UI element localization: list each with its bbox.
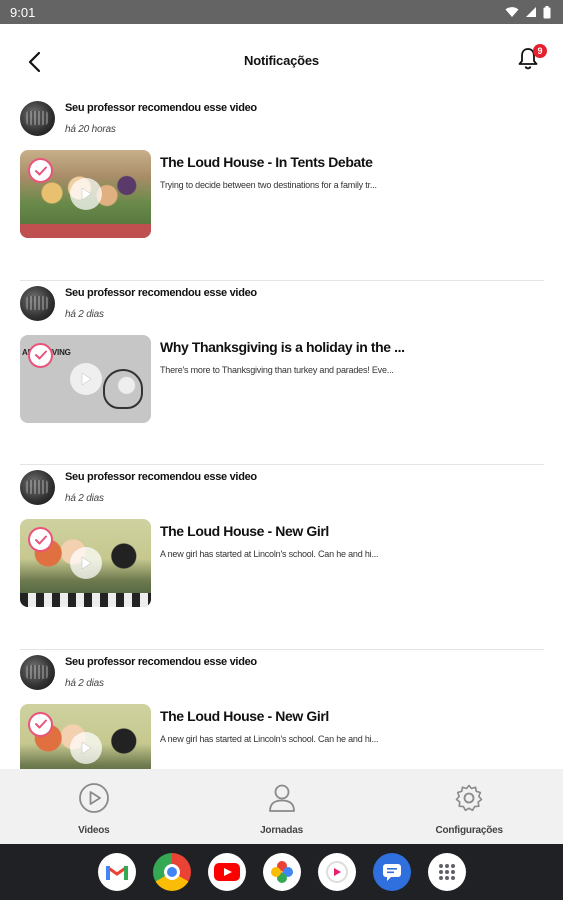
notification-count-badge: 9 <box>533 44 547 58</box>
notification-message: Seu professor recomendou esse video <box>65 102 257 114</box>
video-description: Trying to decide between two destination… <box>160 180 377 190</box>
chevron-left-icon <box>28 51 41 73</box>
system-dock <box>0 844 563 900</box>
app-drawer-icon[interactable] <box>427 853 466 891</box>
video-thumbnail[interactable]: ANKSGIVING <box>20 334 151 423</box>
turkey-drawing <box>103 368 143 409</box>
status-bar: 9:01 <box>0 0 563 24</box>
video-thumbnail[interactable] <box>20 150 151 238</box>
page-title: Notificações <box>244 52 319 68</box>
chrome-icon[interactable] <box>152 853 191 891</box>
recommended-check-icon <box>28 527 53 552</box>
play-icon[interactable] <box>69 731 102 764</box>
teacher-avatar <box>20 285 55 321</box>
video-thumbnail[interactable] <box>20 519 151 607</box>
notification-message: Seu professor recomendou esse video <box>65 286 257 299</box>
status-icons <box>505 5 551 19</box>
messages-icon[interactable] <box>372 853 411 891</box>
video-title[interactable]: The Loud House - New Girl <box>160 708 329 724</box>
app-header: Notificações 9 <box>0 24 563 96</box>
photos-icon[interactable] <box>262 853 301 891</box>
video-title[interactable]: Why Thanksgiving is a holiday in the ... <box>160 339 405 355</box>
notification-list[interactable]: Seu professor recomendou esse video há 2… <box>20 96 544 769</box>
signal-icon <box>526 7 536 17</box>
bottom-navigation: Videos Jornadas Configurações <box>0 769 563 844</box>
video-thumbnail[interactable] <box>20 703 151 769</box>
notification-item: Seu professor recomendou esse video há 2… <box>20 465 544 650</box>
gear-icon <box>452 781 486 815</box>
video-description: There's more to Thanksgiving than turkey… <box>160 364 394 375</box>
gmail-icon[interactable] <box>97 853 136 891</box>
recommended-check-icon <box>28 342 53 368</box>
teacher-avatar <box>20 654 55 690</box>
nav-item-jornadas[interactable]: Jornadas <box>188 769 376 844</box>
notification-message: Seu professor recomendou esse video <box>65 471 257 483</box>
person-icon <box>265 781 299 815</box>
wifi-icon <box>505 7 519 17</box>
nav-label: Videos <box>78 825 110 836</box>
nav-item-configuracoes[interactable]: Configurações <box>375 769 563 844</box>
video-title[interactable]: The Loud House - In Tents Debate <box>160 154 373 170</box>
video-app-icon[interactable] <box>317 853 356 891</box>
notification-item: Seu professor recomendou esse video há 2… <box>20 281 544 465</box>
battery-icon <box>543 5 551 18</box>
nav-label: Configurações <box>435 825 503 836</box>
play-icon[interactable] <box>69 178 102 210</box>
play-icon[interactable] <box>69 547 102 579</box>
nav-label: Jornadas <box>260 825 303 836</box>
notification-time: há 2 dias <box>65 493 104 504</box>
video-title[interactable]: The Loud House - New Girl <box>160 523 329 539</box>
recommended-check-icon <box>28 711 53 737</box>
notification-time: há 20 horas <box>65 124 116 135</box>
youtube-icon[interactable] <box>207 853 246 891</box>
video-description: A new girl has started at Lincoln's scho… <box>160 549 379 559</box>
notification-time: há 2 dias <box>65 308 104 320</box>
recommended-check-icon <box>28 158 53 183</box>
notifications-button[interactable]: 9 <box>517 44 547 74</box>
notification-message: Seu professor recomendou esse video <box>65 655 257 668</box>
play-icon[interactable] <box>69 362 102 395</box>
video-description: A new girl has started at Lincoln's scho… <box>160 733 379 744</box>
notification-item: Seu professor recomendou esse video há 2… <box>20 650 544 769</box>
notification-time: há 2 dias <box>65 677 104 689</box>
nav-item-videos[interactable]: Videos <box>0 769 188 844</box>
back-button[interactable] <box>20 48 48 76</box>
play-circle-icon <box>77 781 111 815</box>
teacher-avatar <box>20 470 55 505</box>
status-time: 9:01 <box>10 4 36 20</box>
teacher-avatar <box>20 101 55 136</box>
notification-item: Seu professor recomendou esse video há 2… <box>20 96 544 281</box>
